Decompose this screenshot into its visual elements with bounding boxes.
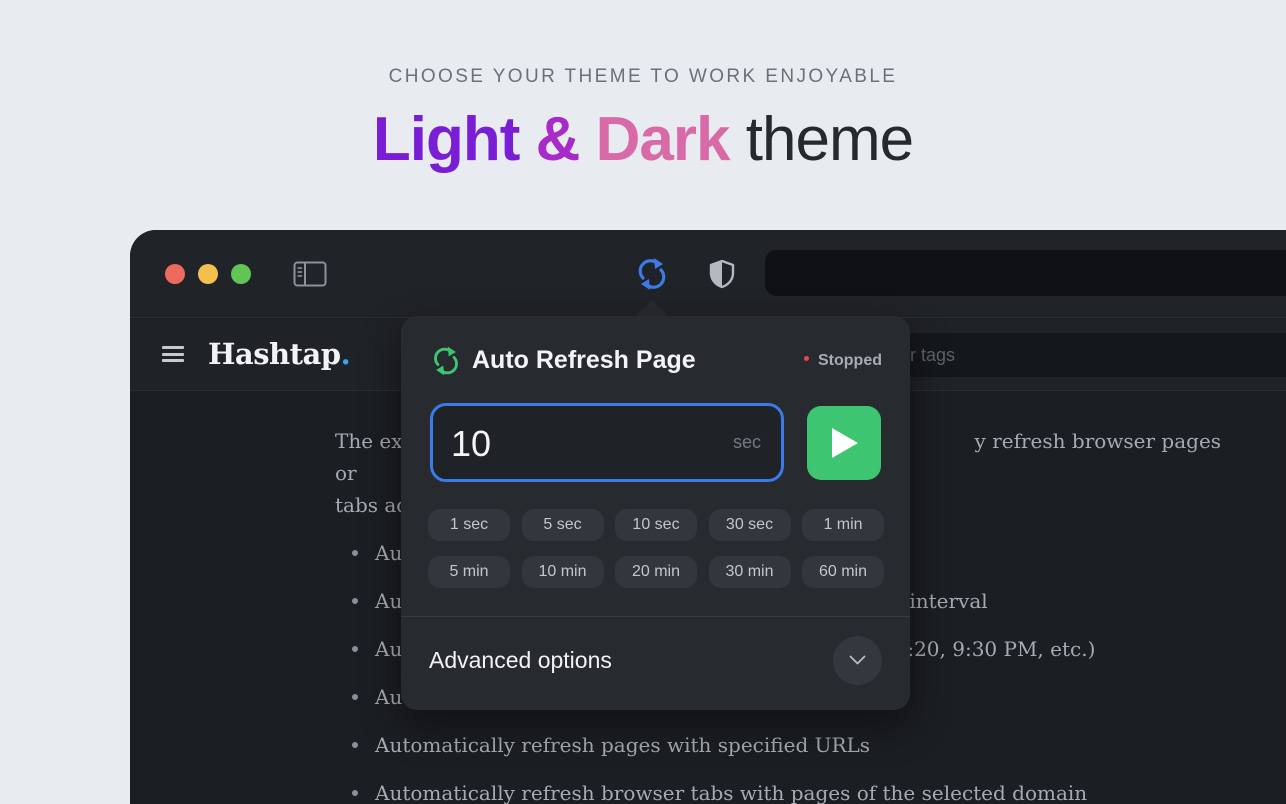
preset-chip[interactable]: 30 sec <box>708 509 791 541</box>
refresh-extension-icon[interactable] <box>636 255 668 293</box>
minimize-window-button[interactable] <box>198 264 218 284</box>
play-icon <box>832 428 858 458</box>
interval-value[interactable]: 10 <box>451 423 491 465</box>
preset-chip[interactable]: 5 sec <box>521 509 604 541</box>
sidebar-toggle-icon[interactable] <box>293 261 327 287</box>
hero-title: Light & Dark theme <box>0 104 1286 175</box>
list-item: Automatically refresh browser tabs with … <box>335 769 1235 804</box>
advanced-options-label[interactable]: Advanced options <box>429 647 612 674</box>
preset-chip[interactable]: 10 sec <box>615 509 697 541</box>
hero-title-amp: & <box>535 105 581 174</box>
preset-chip[interactable]: 5 min <box>428 556 510 588</box>
preset-chip[interactable]: 60 min <box>802 556 884 588</box>
maximize-window-button[interactable] <box>231 264 251 284</box>
preset-row: 5 min 10 min 20 min 30 min 60 min <box>428 556 884 588</box>
chevron-down-icon <box>849 655 866 665</box>
preset-chip[interactable]: 1 min <box>802 509 884 541</box>
hero-title-theme: theme <box>745 105 914 174</box>
interval-input[interactable]: 10 sec <box>430 403 784 482</box>
status-dot-icon <box>804 356 809 362</box>
menu-icon[interactable] <box>162 346 184 362</box>
close-window-button[interactable] <box>165 264 185 284</box>
site-logo[interactable]: Hashtap. <box>208 337 351 371</box>
interval-unit: sec <box>732 432 761 452</box>
auto-refresh-popup: Auto Refresh Page Stopped 10 sec 1 sec 5… <box>401 316 910 710</box>
browser-titlebar <box>130 230 1286 318</box>
interval-presets: 1 sec 5 sec 10 sec 30 sec 1 min 5 min 10… <box>428 509 884 603</box>
start-button[interactable] <box>807 406 881 480</box>
list-item: Automatically refresh pages with specifi… <box>335 721 1235 769</box>
advanced-options-toggle[interactable] <box>833 636 882 685</box>
hero-subtitle: CHOOSE YOUR THEME TO WORK ENJOYABLE <box>388 66 898 87</box>
divider <box>401 616 910 617</box>
hero-title-light: Light <box>372 105 520 174</box>
status-badge: Stopped <box>804 352 882 370</box>
preset-chip[interactable]: 30 min <box>708 556 791 588</box>
refresh-icon <box>431 344 461 378</box>
address-bar[interactable] <box>765 250 1286 296</box>
shield-icon[interactable] <box>709 259 735 289</box>
preset-chip[interactable]: 10 min <box>521 556 604 588</box>
preset-chip[interactable]: 20 min <box>615 556 697 588</box>
popup-title: Auto Refresh Page <box>472 346 696 374</box>
preset-row: 1 sec 5 sec 10 sec 30 sec 1 min <box>428 509 884 541</box>
hero-title-dark: Dark <box>595 105 731 174</box>
preset-chip[interactable]: 1 sec <box>428 509 510 541</box>
